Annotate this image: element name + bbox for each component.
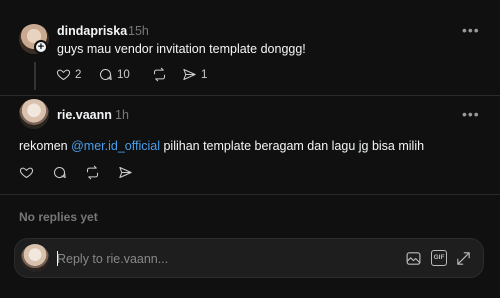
divider bbox=[0, 194, 500, 195]
more-icon[interactable]: ••• bbox=[462, 106, 480, 122]
reply-input[interactable] bbox=[57, 249, 357, 269]
no-replies-label: No replies yet bbox=[19, 210, 98, 224]
reply-username[interactable]: rie.vaann bbox=[57, 108, 112, 122]
repost-icon bbox=[86, 165, 99, 180]
heart-icon bbox=[19, 167, 34, 179]
avatar bbox=[21, 244, 49, 272]
text-caret bbox=[57, 251, 58, 266]
reply-text: rekomen @mer.id_official pilihan templat… bbox=[19, 139, 424, 153]
share-button[interactable]: 1 bbox=[182, 67, 207, 82]
like-count: 2 bbox=[75, 68, 82, 81]
heart-icon bbox=[56, 69, 71, 81]
original-post: + dindapriska 15h ••• guys mau vendor in… bbox=[0, 0, 500, 95]
reply-text-after: pilihan template beragam dan lagu jg bis… bbox=[160, 139, 425, 153]
like-button[interactable] bbox=[19, 165, 52, 180]
reply-composer: GIF bbox=[14, 238, 484, 278]
image-icon[interactable] bbox=[405, 250, 422, 267]
reply-actions bbox=[19, 165, 133, 180]
expand-icon[interactable] bbox=[455, 250, 472, 267]
post-text: guys mau vendor invitation template dong… bbox=[57, 42, 306, 56]
like-button[interactable]: 2 bbox=[56, 67, 98, 82]
gif-icon[interactable]: GIF bbox=[431, 250, 447, 266]
comment-button[interactable]: 10 bbox=[98, 67, 152, 82]
reply-post: rie.vaann 1h ••• rekomen @mer.id_officia… bbox=[0, 96, 500, 194]
share-button[interactable] bbox=[118, 165, 133, 180]
comment-icon bbox=[99, 68, 112, 81]
avatar[interactable] bbox=[19, 99, 49, 129]
send-icon bbox=[119, 166, 132, 179]
comment-icon bbox=[53, 166, 66, 179]
share-count: 1 bbox=[201, 68, 208, 81]
comment-button[interactable] bbox=[52, 165, 85, 180]
repost-button[interactable] bbox=[85, 165, 118, 180]
repost-icon bbox=[153, 67, 166, 82]
comment-count: 10 bbox=[117, 68, 130, 81]
post-username[interactable]: dindapriska bbox=[57, 24, 127, 38]
reply-text-before: rekomen bbox=[19, 139, 72, 153]
mention-link[interactable]: @mer.id_official bbox=[71, 139, 160, 153]
post-actions: 2 10 1 bbox=[56, 67, 207, 82]
more-icon[interactable]: ••• bbox=[462, 22, 480, 38]
send-icon bbox=[183, 68, 196, 81]
post-time: 15h bbox=[128, 24, 149, 38]
follow-plus-icon[interactable]: + bbox=[34, 40, 48, 54]
reply-time: 1h bbox=[115, 108, 129, 122]
thread-line bbox=[34, 62, 36, 90]
repost-button[interactable] bbox=[152, 67, 182, 82]
